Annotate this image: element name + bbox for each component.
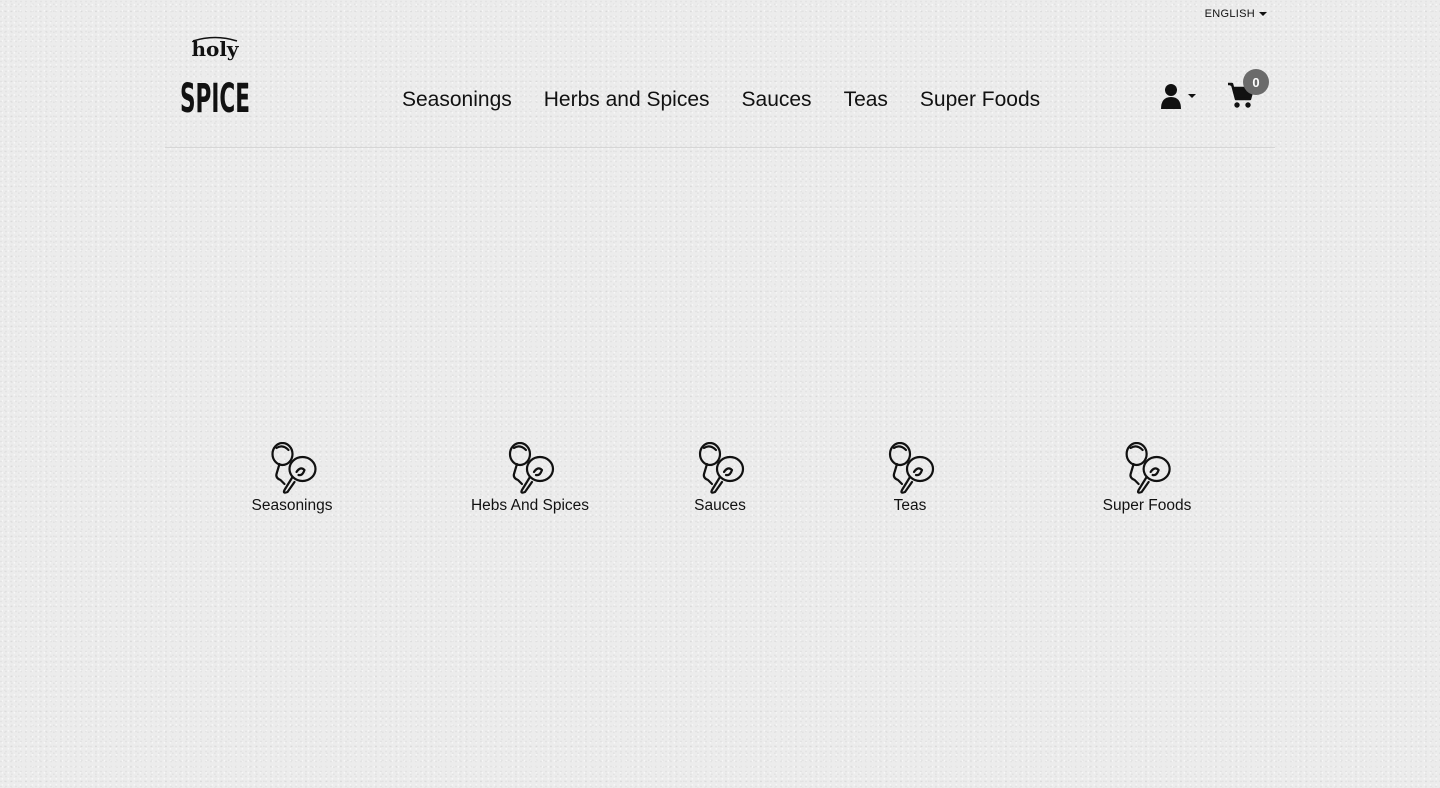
nav-item-super-foods[interactable]: Super Foods [920,88,1040,112]
nav-item-herbs-and-spices[interactable]: Herbs and Spices [544,88,710,112]
category-label: Super Foods [1102,497,1192,514]
user-icon [1161,84,1181,109]
logo-text-bottom: SPICE [180,76,250,120]
nav-item-teas[interactable]: Teas [844,88,888,112]
category-sauces[interactable]: Sauces [694,442,746,515]
language-label: ENGLISH [1204,8,1255,20]
category-seasonings[interactable]: Seasonings [251,442,333,515]
account-dropdown[interactable] [1160,83,1196,109]
main-nav: Seasonings Herbs and Spices Sauces Teas … [402,88,1040,112]
nav-item-sauces[interactable]: Sauces [742,88,812,112]
category-label: Seasonings [251,497,333,514]
nav-item-seasonings[interactable]: Seasonings [402,88,512,112]
language-dropdown[interactable]: ENGLISH [1205,8,1267,20]
logo-text-top: holy [191,37,239,61]
category-list: Seasonings Hebs And Spices Sauces Teas S… [0,442,1440,522]
cart-count-badge: 0 [1243,69,1269,95]
category-teas[interactable]: Teas [884,442,936,515]
maracas-icon [270,442,317,494]
category-label: Hebs And Spices [470,497,590,514]
chevron-down-icon [1188,94,1196,98]
maracas-icon [1125,442,1172,494]
chevron-down-icon [1259,12,1267,16]
category-super-foods[interactable]: Super Foods [1102,442,1192,515]
maracas-icon [698,442,745,494]
site-header: holy SPICE Seasonings Herbs and Spices S… [165,30,1275,148]
holy-spice-logo[interactable]: holy SPICE [179,36,251,120]
maracas-icon [508,442,555,494]
category-label: Sauces [694,497,746,514]
category-herbs-and-spices[interactable]: Hebs And Spices [471,442,589,515]
maracas-icon [888,442,935,494]
category-label: Teas [893,497,927,514]
